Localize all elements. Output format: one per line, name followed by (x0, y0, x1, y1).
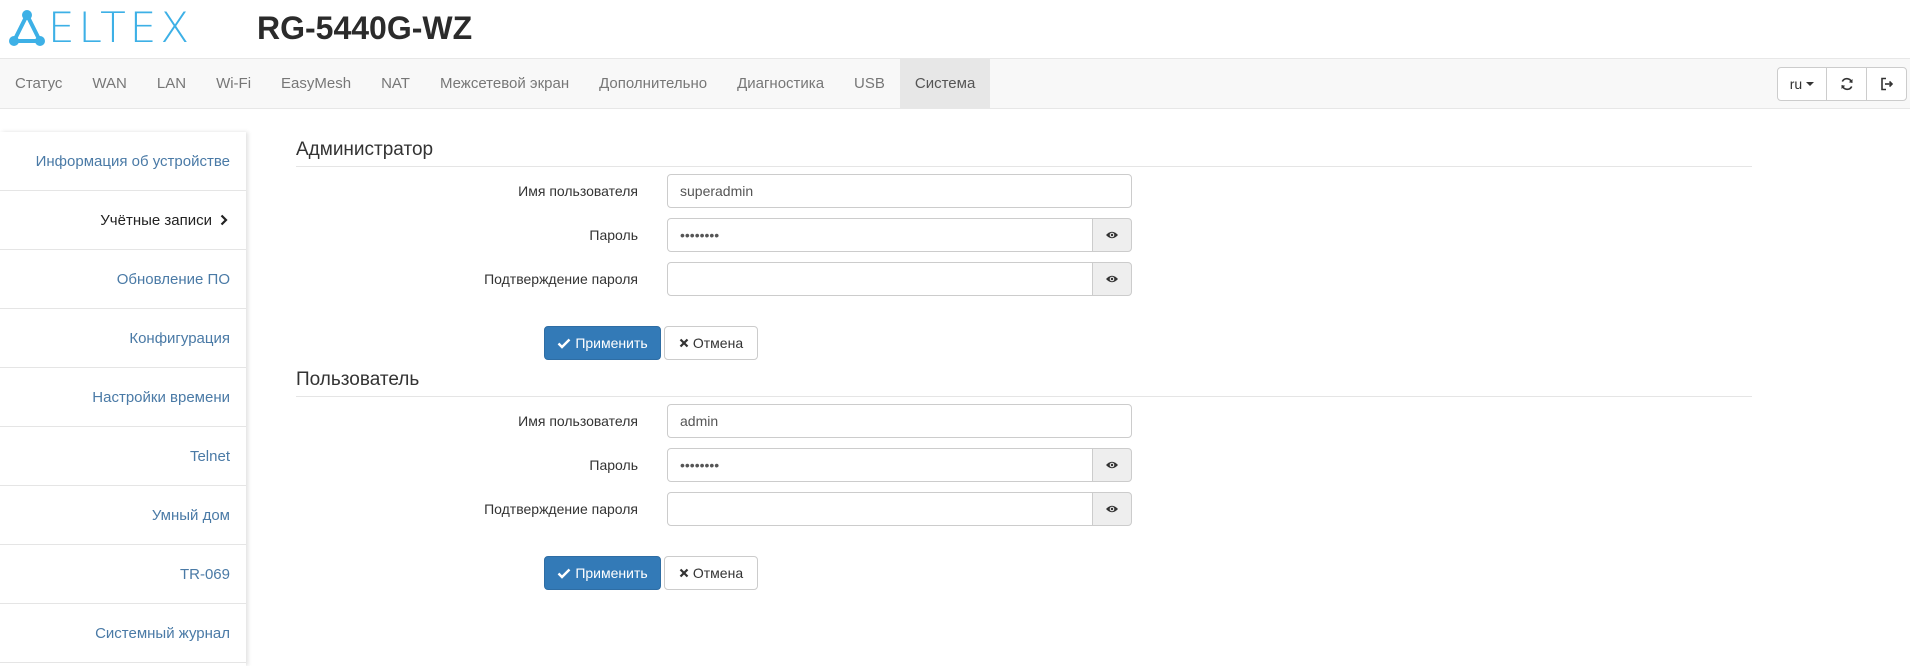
admin-username-label: Имя пользователя (518, 183, 638, 199)
eye-icon (1106, 275, 1118, 283)
sidebar-item-label: Информация об устройстве (35, 152, 230, 170)
sidebar-item-tr069[interactable]: TR-069 (0, 545, 246, 604)
logout-button[interactable] (1866, 67, 1907, 101)
language-dropdown[interactable]: ru (1777, 67, 1827, 101)
section-title-user: Пользователь (296, 366, 1752, 397)
eltex-logo-text: ELTEX (48, 3, 194, 52)
sidebar-item-firmware-update[interactable]: Обновление ПО (0, 250, 246, 309)
logout-icon (1880, 77, 1893, 91)
check-icon (557, 338, 571, 349)
eltex-logo-mark-icon (9, 10, 45, 46)
admin-password-input[interactable]: •••••••• (667, 218, 1093, 252)
tab-status[interactable]: Статус (0, 59, 77, 108)
device-model: RG-5440G-WZ (257, 10, 473, 46)
tab-system[interactable]: Система (899, 59, 991, 108)
user-username-label: Имя пользователя (518, 413, 638, 429)
sidebar-item-telnet[interactable]: Telnet (0, 427, 246, 486)
tab-lan[interactable]: LAN (142, 59, 201, 108)
user-confirm-label: Подтверждение пароля (484, 501, 638, 517)
tab-firewall[interactable]: Межсетевой экран (425, 59, 584, 108)
section-title-admin: Администратор (296, 136, 1752, 167)
language-value: ru (1789, 76, 1803, 92)
refresh-icon (1841, 77, 1852, 91)
user-apply-label: Применить (575, 565, 648, 581)
admin-password-label: Пароль (589, 227, 638, 243)
eye-icon (1106, 231, 1118, 239)
sidebar-item-label: Настройки времени (92, 388, 230, 406)
sidebar-item-accounts[interactable]: Учётные записи (0, 191, 246, 250)
close-icon (679, 568, 689, 578)
tab-easymesh[interactable]: EasyMesh (266, 59, 366, 108)
user-confirm-input[interactable] (667, 492, 1093, 526)
tab-wan[interactable]: WAN (77, 59, 141, 108)
user-password-show-button[interactable] (1092, 448, 1132, 482)
sidebar-item-time-settings[interactable]: Настройки времени (0, 368, 246, 427)
user-password-input[interactable]: •••••••• (667, 448, 1093, 482)
sidebar-item-label: Учётные записи (100, 211, 212, 229)
eye-icon (1106, 505, 1118, 513)
tab-advanced[interactable]: Дополнительно (584, 59, 722, 108)
top-navbar: Статус WAN LAN Wi-Fi EasyMesh NAT Межсет… (0, 58, 1910, 109)
nav-tabs: Статус WAN LAN Wi-Fi EasyMesh NAT Межсет… (0, 59, 991, 108)
sidebar-item-label: Telnet (189, 447, 230, 465)
admin-cancel-label: Отмена (692, 335, 744, 351)
admin-confirm-label: Подтверждение пароля (484, 271, 638, 287)
user-confirm-show-button[interactable] (1092, 492, 1132, 526)
admin-username-input[interactable]: superadmin (667, 174, 1132, 208)
admin-confirm-input[interactable] (667, 262, 1093, 296)
chevron-right-icon (220, 214, 228, 226)
tab-diagnostics[interactable]: Диагностика (722, 59, 839, 108)
navbar-actions: ru (1777, 67, 1907, 101)
admin-apply-label: Применить (575, 335, 648, 351)
tab-usb[interactable]: USB (839, 59, 900, 108)
close-icon (679, 338, 689, 348)
sidebar-item-label: Обновление ПО (116, 270, 230, 288)
eye-icon (1106, 461, 1118, 469)
tab-nat[interactable]: NAT (366, 59, 425, 108)
refresh-button[interactable] (1826, 67, 1867, 101)
check-icon (557, 568, 571, 579)
sidebar-item-system-log[interactable]: Системный журнал (0, 604, 246, 663)
sidebar-item-label: TR-069 (179, 565, 230, 583)
admin-confirm-show-button[interactable] (1092, 262, 1132, 296)
sidebar-item-label: Умный дом (151, 506, 230, 524)
tab-wifi[interactable]: Wi-Fi (201, 59, 266, 108)
user-cancel-label: Отмена (692, 565, 744, 581)
admin-apply-button[interactable]: Применить (544, 326, 661, 360)
sidebar-item-configuration[interactable]: Конфигурация (0, 309, 246, 368)
sidebar: Информация об устройстве Учётные записи … (0, 132, 246, 666)
header: ELTEX RG-5440G-WZ (0, 0, 1910, 58)
user-password-label: Пароль (589, 457, 638, 473)
user-cancel-button[interactable]: Отмена (664, 556, 758, 590)
eltex-logo[interactable]: ELTEX (6, 6, 193, 50)
sidebar-item-device-info[interactable]: Информация об устройстве (0, 132, 246, 191)
sidebar-item-label: Конфигурация (129, 329, 230, 347)
user-apply-button[interactable]: Применить (544, 556, 661, 590)
admin-password-show-button[interactable] (1092, 218, 1132, 252)
caret-down-icon (1806, 82, 1815, 86)
admin-cancel-button[interactable]: Отмена (664, 326, 758, 360)
user-username-input[interactable]: admin (667, 404, 1132, 438)
sidebar-item-smart-home[interactable]: Умный дом (0, 486, 246, 545)
sidebar-item-label: Системный журнал (95, 624, 230, 642)
